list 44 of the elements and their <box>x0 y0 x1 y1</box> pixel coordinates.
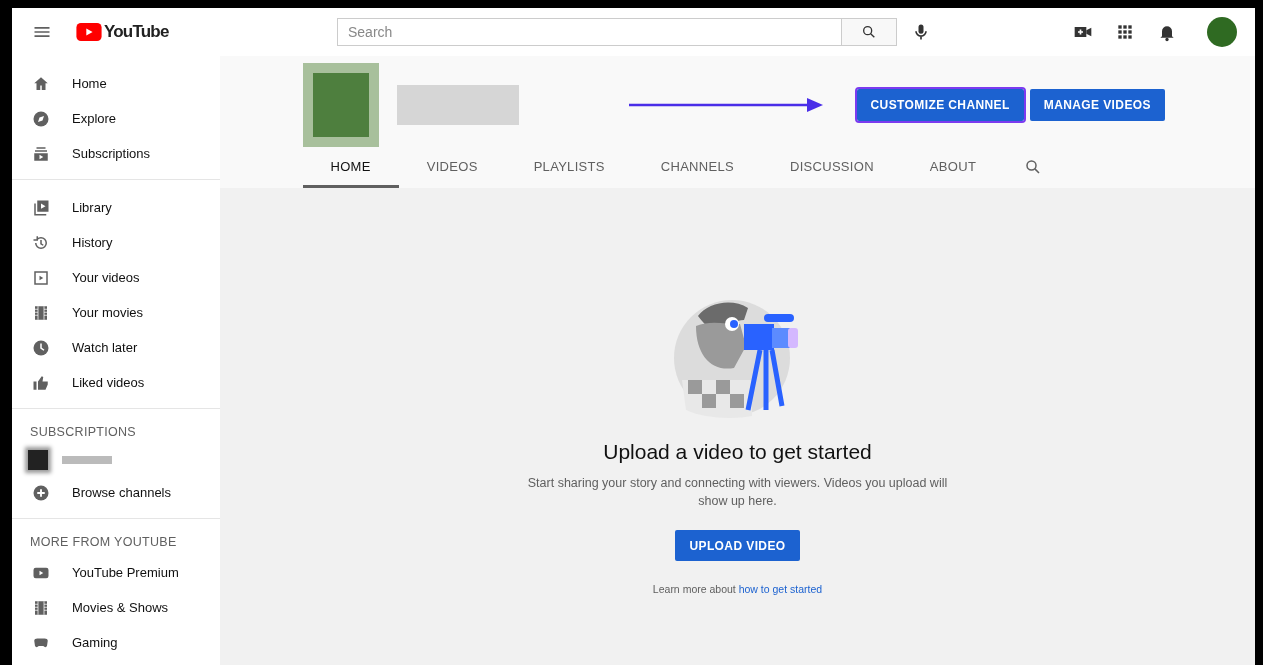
film-icon <box>32 303 50 322</box>
search-field[interactable]: Search <box>337 18 842 46</box>
channel-tab[interactable]: VIDEOS <box>398 154 506 188</box>
history-icon <box>32 233 50 252</box>
sidebar-item[interactable]: YouTube Premium <box>12 555 220 590</box>
channel-tab[interactable]: ABOUT <box>901 154 1005 188</box>
search-button[interactable] <box>842 18 897 46</box>
sidebar-item[interactable]: Gaming <box>12 625 220 660</box>
section-heading: MORE FROM YOUTUBE <box>29 534 178 551</box>
sidebar-item[interactable]: Your videos <box>12 260 220 295</box>
section-heading: SUBSCRIPTIONS <box>29 424 137 441</box>
sidebar-item[interactable]: Your movies <box>12 295 220 330</box>
play-logo-icon <box>76 23 102 41</box>
channel-tab[interactable]: PLAYLISTS <box>505 154 633 188</box>
sidebar-item[interactable]: Watch later <box>12 330 220 365</box>
learn-more-text: Learn more about <box>652 583 736 595</box>
channel-button[interactable]: CUSTOMIZE CHANNEL <box>856 89 1024 121</box>
empty-state-title: Upload a video to get started <box>603 440 872 464</box>
explore-icon <box>32 109 50 128</box>
apps-grid-icon[interactable] <box>1115 22 1135 42</box>
library-icon <box>32 198 50 217</box>
sidebar-item[interactable]: History <box>12 225 220 260</box>
upload-video-button[interactable]: UPLOAD VIDEO <box>675 530 800 561</box>
empty-state-description: Start sharing your story and connecting with viewers. Videos you upload will show up here. <box>527 475 948 510</box>
film-icon <box>32 598 50 617</box>
channel-button[interactable]: MANAGE VIDEOS <box>1029 89 1165 121</box>
channel-tab[interactable]: CHANNELS <box>632 154 762 188</box>
sidebar-item[interactable]: Library <box>12 190 220 225</box>
search-icon <box>861 24 877 40</box>
avatar[interactable] <box>1207 17 1237 47</box>
plus-circle-icon <box>32 483 50 502</box>
clock-icon <box>32 338 50 357</box>
sidebar-item[interactable]: Explore <box>12 101 220 136</box>
play-square-icon <box>32 268 50 287</box>
sidebar-item[interactable]: Liked videos <box>12 365 220 400</box>
logo-text[interactable]: YouTube <box>104 22 169 42</box>
subscriptions-icon <box>32 144 50 163</box>
sidebar-item[interactable]: Subscriptions <box>12 136 220 171</box>
get-started-link[interactable]: how to get started <box>738 583 823 595</box>
channel-tab[interactable]: HOME <box>302 154 399 188</box>
sidebar-item[interactable]: Browse channels <box>12 475 220 510</box>
channel-tab[interactable]: DISCUSSION <box>761 154 902 188</box>
sidebar-item[interactable]: Movies & Shows <box>12 590 220 625</box>
sidebar-item[interactable]: Home <box>12 66 220 101</box>
